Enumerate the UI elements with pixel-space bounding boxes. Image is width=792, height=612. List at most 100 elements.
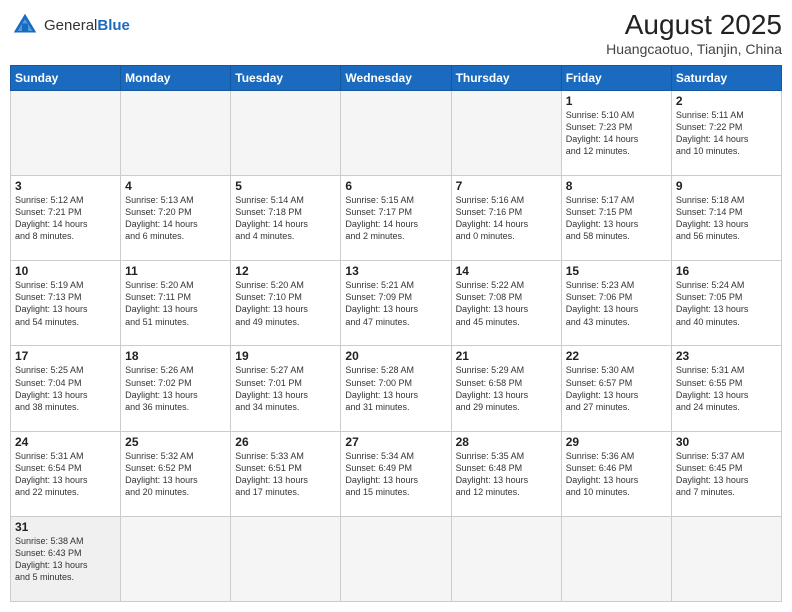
day-info: Sunrise: 5:20 AM Sunset: 7:11 PM Dayligh… (125, 279, 226, 328)
day-number: 16 (676, 264, 777, 278)
day-info: Sunrise: 5:17 AM Sunset: 7:15 PM Dayligh… (566, 194, 667, 243)
day-number: 26 (235, 435, 336, 449)
day-number: 4 (125, 179, 226, 193)
weekday-monday: Monday (121, 65, 231, 90)
day-number: 10 (15, 264, 116, 278)
page: GeneralBlue August 2025 Huangcaotuo, Tia… (0, 0, 792, 612)
day-number: 28 (456, 435, 557, 449)
day-number: 11 (125, 264, 226, 278)
calendar-cell: 12Sunrise: 5:20 AM Sunset: 7:10 PM Dayli… (231, 261, 341, 346)
calendar-cell: 31Sunrise: 5:38 AM Sunset: 6:43 PM Dayli… (11, 516, 121, 601)
day-info: Sunrise: 5:36 AM Sunset: 6:46 PM Dayligh… (566, 450, 667, 499)
day-info: Sunrise: 5:28 AM Sunset: 7:00 PM Dayligh… (345, 364, 446, 413)
logo: GeneralBlue (10, 10, 130, 40)
header: GeneralBlue August 2025 Huangcaotuo, Tia… (10, 10, 782, 57)
calendar-cell: 10Sunrise: 5:19 AM Sunset: 7:13 PM Dayli… (11, 261, 121, 346)
day-number: 20 (345, 349, 446, 363)
calendar-cell: 11Sunrise: 5:20 AM Sunset: 7:11 PM Dayli… (121, 261, 231, 346)
day-info: Sunrise: 5:30 AM Sunset: 6:57 PM Dayligh… (566, 364, 667, 413)
weekday-thursday: Thursday (451, 65, 561, 90)
calendar-cell: 27Sunrise: 5:34 AM Sunset: 6:49 PM Dayli… (341, 431, 451, 516)
calendar-week-2: 10Sunrise: 5:19 AM Sunset: 7:13 PM Dayli… (11, 261, 782, 346)
calendar-cell (341, 516, 451, 601)
calendar-cell: 14Sunrise: 5:22 AM Sunset: 7:08 PM Dayli… (451, 261, 561, 346)
calendar-cell: 9Sunrise: 5:18 AM Sunset: 7:14 PM Daylig… (671, 175, 781, 260)
calendar-table: SundayMondayTuesdayWednesdayThursdayFrid… (10, 65, 782, 602)
logo-general: General (44, 17, 97, 34)
day-number: 13 (345, 264, 446, 278)
calendar-cell (561, 516, 671, 601)
calendar-subtitle: Huangcaotuo, Tianjin, China (606, 41, 782, 57)
calendar-cell (451, 516, 561, 601)
day-number: 7 (456, 179, 557, 193)
calendar-week-3: 17Sunrise: 5:25 AM Sunset: 7:04 PM Dayli… (11, 346, 782, 431)
calendar-cell: 29Sunrise: 5:36 AM Sunset: 6:46 PM Dayli… (561, 431, 671, 516)
calendar-cell: 23Sunrise: 5:31 AM Sunset: 6:55 PM Dayli… (671, 346, 781, 431)
day-info: Sunrise: 5:10 AM Sunset: 7:23 PM Dayligh… (566, 109, 667, 158)
day-number: 19 (235, 349, 336, 363)
day-number: 15 (566, 264, 667, 278)
calendar-cell (231, 516, 341, 601)
day-info: Sunrise: 5:31 AM Sunset: 6:55 PM Dayligh… (676, 364, 777, 413)
calendar-cell: 2Sunrise: 5:11 AM Sunset: 7:22 PM Daylig… (671, 90, 781, 175)
day-info: Sunrise: 5:20 AM Sunset: 7:10 PM Dayligh… (235, 279, 336, 328)
day-info: Sunrise: 5:22 AM Sunset: 7:08 PM Dayligh… (456, 279, 557, 328)
day-number: 23 (676, 349, 777, 363)
calendar-cell: 21Sunrise: 5:29 AM Sunset: 6:58 PM Dayli… (451, 346, 561, 431)
weekday-header-row: SundayMondayTuesdayWednesdayThursdayFrid… (11, 65, 782, 90)
calendar-cell: 6Sunrise: 5:15 AM Sunset: 7:17 PM Daylig… (341, 175, 451, 260)
calendar-cell (11, 90, 121, 175)
calendar-cell: 16Sunrise: 5:24 AM Sunset: 7:05 PM Dayli… (671, 261, 781, 346)
calendar-cell: 22Sunrise: 5:30 AM Sunset: 6:57 PM Dayli… (561, 346, 671, 431)
calendar-cell: 28Sunrise: 5:35 AM Sunset: 6:48 PM Dayli… (451, 431, 561, 516)
day-info: Sunrise: 5:15 AM Sunset: 7:17 PM Dayligh… (345, 194, 446, 243)
calendar-body: 1Sunrise: 5:10 AM Sunset: 7:23 PM Daylig… (11, 90, 782, 601)
calendar-week-5: 31Sunrise: 5:38 AM Sunset: 6:43 PM Dayli… (11, 516, 782, 601)
day-info: Sunrise: 5:31 AM Sunset: 6:54 PM Dayligh… (15, 450, 116, 499)
calendar-cell (231, 90, 341, 175)
calendar-header: SundayMondayTuesdayWednesdayThursdayFrid… (11, 65, 782, 90)
day-info: Sunrise: 5:24 AM Sunset: 7:05 PM Dayligh… (676, 279, 777, 328)
day-info: Sunrise: 5:32 AM Sunset: 6:52 PM Dayligh… (125, 450, 226, 499)
calendar-cell: 13Sunrise: 5:21 AM Sunset: 7:09 PM Dayli… (341, 261, 451, 346)
day-info: Sunrise: 5:34 AM Sunset: 6:49 PM Dayligh… (345, 450, 446, 499)
day-number: 2 (676, 94, 777, 108)
calendar-cell: 25Sunrise: 5:32 AM Sunset: 6:52 PM Dayli… (121, 431, 231, 516)
day-number: 18 (125, 349, 226, 363)
day-info: Sunrise: 5:37 AM Sunset: 6:45 PM Dayligh… (676, 450, 777, 499)
day-info: Sunrise: 5:14 AM Sunset: 7:18 PM Dayligh… (235, 194, 336, 243)
calendar-cell: 5Sunrise: 5:14 AM Sunset: 7:18 PM Daylig… (231, 175, 341, 260)
day-number: 30 (676, 435, 777, 449)
title-section: August 2025 Huangcaotuo, Tianjin, China (606, 10, 782, 57)
weekday-wednesday: Wednesday (341, 65, 451, 90)
day-number: 3 (15, 179, 116, 193)
day-number: 17 (15, 349, 116, 363)
day-info: Sunrise: 5:13 AM Sunset: 7:20 PM Dayligh… (125, 194, 226, 243)
weekday-sunday: Sunday (11, 65, 121, 90)
calendar-cell (451, 90, 561, 175)
day-number: 29 (566, 435, 667, 449)
day-info: Sunrise: 5:29 AM Sunset: 6:58 PM Dayligh… (456, 364, 557, 413)
calendar-cell: 4Sunrise: 5:13 AM Sunset: 7:20 PM Daylig… (121, 175, 231, 260)
day-number: 6 (345, 179, 446, 193)
logo-text: GeneralBlue (44, 18, 130, 33)
day-info: Sunrise: 5:27 AM Sunset: 7:01 PM Dayligh… (235, 364, 336, 413)
day-number: 9 (676, 179, 777, 193)
calendar-cell: 19Sunrise: 5:27 AM Sunset: 7:01 PM Dayli… (231, 346, 341, 431)
day-info: Sunrise: 5:38 AM Sunset: 6:43 PM Dayligh… (15, 535, 116, 584)
calendar-cell (671, 516, 781, 601)
calendar-week-4: 24Sunrise: 5:31 AM Sunset: 6:54 PM Dayli… (11, 431, 782, 516)
day-info: Sunrise: 5:25 AM Sunset: 7:04 PM Dayligh… (15, 364, 116, 413)
day-info: Sunrise: 5:12 AM Sunset: 7:21 PM Dayligh… (15, 194, 116, 243)
day-info: Sunrise: 5:18 AM Sunset: 7:14 PM Dayligh… (676, 194, 777, 243)
day-number: 25 (125, 435, 226, 449)
day-number: 12 (235, 264, 336, 278)
weekday-friday: Friday (561, 65, 671, 90)
logo-blue: Blue (97, 17, 130, 34)
calendar-week-0: 1Sunrise: 5:10 AM Sunset: 7:23 PM Daylig… (11, 90, 782, 175)
day-info: Sunrise: 5:16 AM Sunset: 7:16 PM Dayligh… (456, 194, 557, 243)
calendar-cell: 30Sunrise: 5:37 AM Sunset: 6:45 PM Dayli… (671, 431, 781, 516)
day-number: 22 (566, 349, 667, 363)
calendar-cell: 18Sunrise: 5:26 AM Sunset: 7:02 PM Dayli… (121, 346, 231, 431)
day-info: Sunrise: 5:33 AM Sunset: 6:51 PM Dayligh… (235, 450, 336, 499)
